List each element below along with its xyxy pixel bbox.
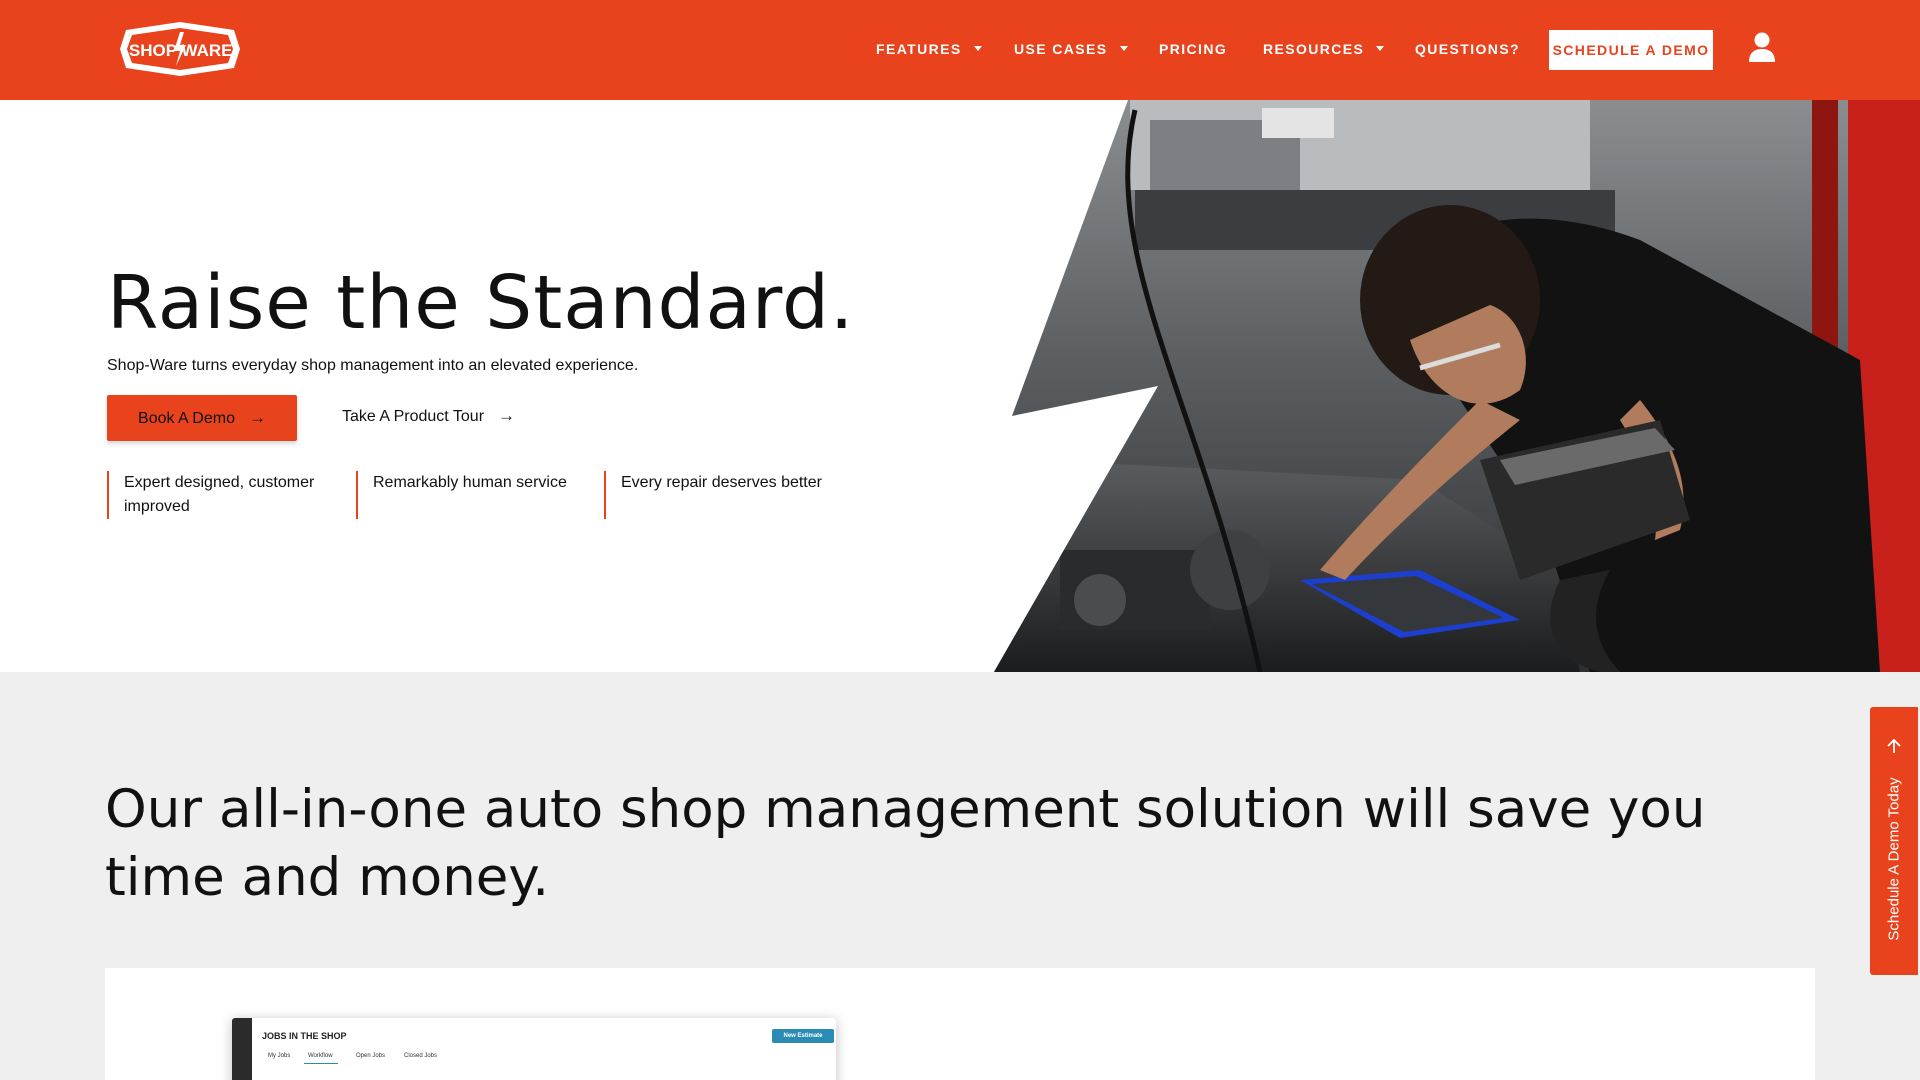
app-screenshot: JOBS IN THE SHOP New Estimate My Jobs Wo… — [232, 1018, 836, 1080]
caret-down-icon — [1119, 45, 1128, 51]
logo-text-left: SHOP — [129, 41, 177, 60]
app-tab: Workflow — [308, 1053, 333, 1059]
nav-questions[interactable]: QUESTIONS? — [1415, 41, 1520, 57]
logo-text-right: WARE — [182, 41, 233, 60]
product-tour-button[interactable]: Take A Product Tour → — [342, 406, 515, 426]
top-nav: SHOP WARE FEATURES USE CASES PRICING RES… — [0, 0, 1920, 100]
hero-section: Raise the Standard. Shop-Ware turns ever… — [0, 100, 1920, 672]
feature-text-line1: Expert designed, customer — [124, 474, 315, 491]
shopware-logo[interactable]: SHOP WARE — [118, 22, 242, 76]
caret-down-icon — [973, 45, 982, 51]
schedule-demo-button[interactable]: SCHEDULE A DEMO — [1549, 30, 1713, 70]
feature-item: Expert designed, customer improved — [107, 471, 337, 519]
new-estimate-button: New Estimate — [772, 1029, 834, 1043]
feature-text-line2: improved — [124, 498, 190, 515]
schedule-demo-side-tab[interactable]: Schedule A Demo Today — [1870, 707, 1918, 975]
nav-pricing-label: PRICING — [1159, 41, 1228, 57]
nav-use-cases[interactable]: USE CASES — [1014, 41, 1128, 57]
hero-subtitle: Shop-Ware turns everyday shop management… — [107, 357, 639, 374]
arrow-right-icon: → — [248, 408, 266, 427]
feature-text-line1: Remarkably human service — [373, 474, 567, 491]
product-tour-label: Take A Product Tour — [342, 408, 485, 425]
nav-pricing[interactable]: PRICING — [1159, 41, 1227, 57]
user-icon[interactable] — [1748, 32, 1776, 62]
arrow-right-icon: → — [498, 406, 516, 425]
feature-text-line1: Every repair deserves better — [621, 474, 822, 491]
arrow-up-icon — [1887, 738, 1901, 753]
book-demo-button[interactable]: Book A Demo → — [107, 395, 297, 441]
app-tab: My Jobs — [268, 1053, 291, 1059]
feature-item: Every repair deserves better — [604, 471, 854, 519]
hero-title: Raise the Standard. — [107, 260, 855, 346]
app-tab: Closed Jobs — [404, 1053, 438, 1059]
nav-resources-label: RESOURCES — [1263, 41, 1365, 57]
caret-down-icon — [1376, 45, 1385, 51]
hero-photo — [994, 100, 1920, 672]
section-title: Our all-in-one auto shop management solu… — [105, 779, 1706, 908]
app-tab: Open Jobs — [356, 1053, 386, 1059]
nav-use-cases-label: USE CASES — [1014, 41, 1108, 57]
nav-resources[interactable]: RESOURCES — [1263, 41, 1385, 57]
nav-questions-label: QUESTIONS? — [1415, 41, 1521, 57]
app-sidebar — [232, 1018, 252, 1080]
nav-features-label: FEATURES — [876, 41, 962, 57]
active-tab-underline — [304, 1063, 338, 1064]
nav-features[interactable]: FEATURES — [876, 41, 982, 57]
book-demo-label: Book A Demo — [138, 410, 235, 427]
side-tab-label: Schedule A Demo Today — [1885, 777, 1903, 941]
app-title: JOBS IN THE SHOP — [262, 1031, 347, 1041]
feature-item: Remarkably human service — [356, 471, 586, 519]
app-preview-panel: JOBS IN THE SHOP New Estimate My Jobs Wo… — [105, 968, 1815, 1080]
